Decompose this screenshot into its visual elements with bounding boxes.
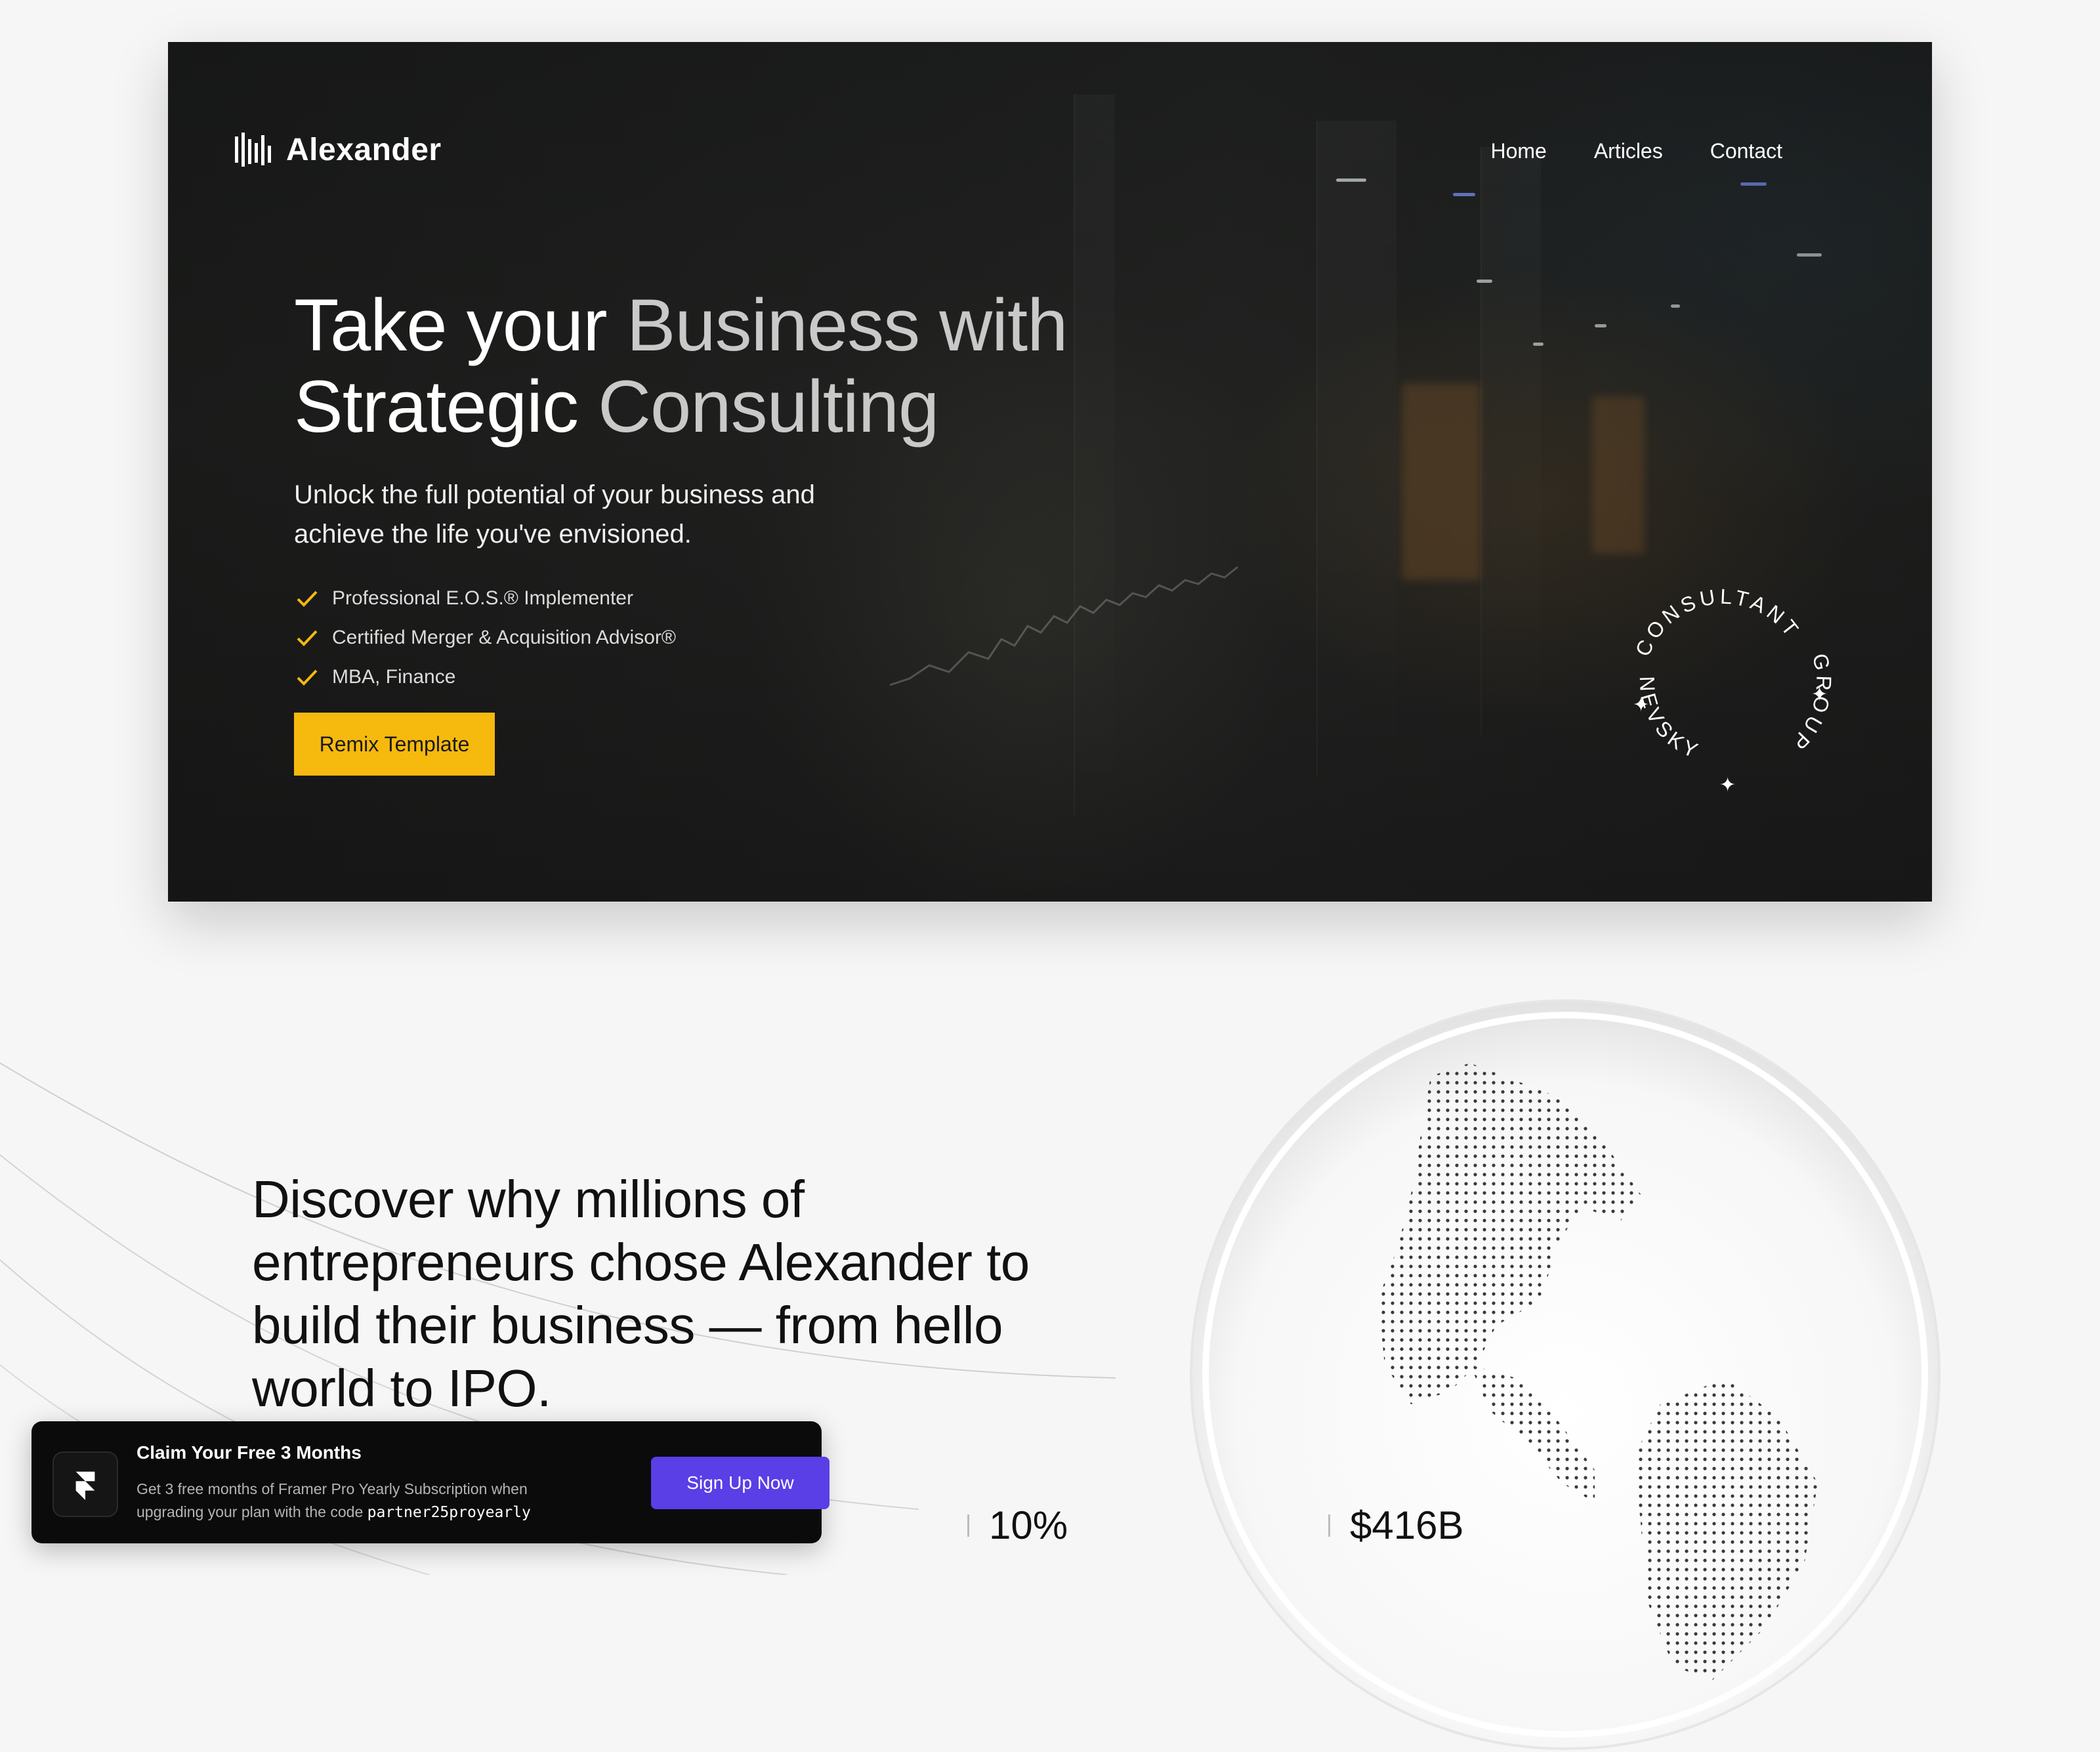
framer-icon (52, 1451, 118, 1517)
star-icon: ✦ (1633, 694, 1649, 716)
star-icon: ✦ (1719, 774, 1736, 794)
nav-home-link[interactable]: Home (1490, 139, 1546, 163)
promo-description: Get 3 free months of Framer Pro Yearly S… (136, 1478, 583, 1524)
checkmark-icon (297, 591, 318, 607)
credential-item: Professional E.O.S.® Implementer (294, 579, 676, 618)
headline-part: Consulting (598, 365, 939, 448)
checkmark-icon (297, 669, 318, 686)
heading-line: Discover why millions of (252, 1170, 805, 1228)
badge-bottom-text: NEVSKY (1635, 676, 1705, 764)
credentials-list: Professional E.O.S.® Implementer Certifi… (294, 579, 676, 697)
stat-item: $416B (1328, 1503, 1464, 1548)
promo-title: Claim Your Free 3 Months (136, 1442, 362, 1463)
subtitle-line: achieve the life you've envisioned. (294, 520, 692, 549)
credential-item: MBA, Finance (294, 657, 676, 697)
stat-value: $416B (1350, 1503, 1464, 1547)
remix-template-button[interactable]: Remix Template (294, 713, 495, 776)
star-icon: ✦ (1811, 684, 1828, 705)
rotating-badge: CONSULTANT GROUP NEVSKY ✦ ✦ ✦ (1631, 585, 1832, 794)
heading-line: world to IPO. (252, 1359, 551, 1417)
hero-section: Alexander Home Articles Contact Take you… (168, 42, 1932, 902)
stat-value: 10% (989, 1503, 1068, 1547)
credential-text: MBA, Finance (332, 666, 456, 688)
globe-illustration (1190, 999, 1941, 1750)
heading-line: build their business — from hello (252, 1296, 1003, 1354)
nav-articles-link[interactable]: Articles (1594, 139, 1663, 163)
credential-text: Professional E.O.S.® Implementer (332, 587, 633, 609)
promo-code: partner25proyearly (367, 1504, 531, 1521)
hero-headline: Take your Business with Strategic Consul… (294, 284, 1068, 448)
subtitle-line: Unlock the full potential of your busine… (294, 480, 815, 509)
heading-line: entrepreneurs chose Alexander to (252, 1233, 1030, 1291)
badge-top-text: CONSULTANT (1631, 585, 1805, 660)
main-menu: Home Articles Contact (1490, 139, 1782, 163)
section-heading: Discover why millions of entrepreneurs c… (252, 1168, 1105, 1420)
stat-divider (967, 1514, 969, 1537)
credential-item: Certified Merger & Acquisition Advisor® (294, 618, 676, 657)
chart-line-decoration (890, 566, 1238, 686)
brand-logo[interactable]: Alexander (234, 130, 442, 169)
headline-part: Take your (294, 284, 627, 366)
bars-logo-icon (235, 133, 271, 167)
brand-name: Alexander (286, 132, 442, 167)
hero-subtitle: Unlock the full potential of your busine… (294, 475, 885, 554)
top-navigation: Alexander Home Articles Contact (168, 42, 1932, 180)
checkmark-icon (297, 630, 318, 646)
stat-item: 10% (967, 1503, 1068, 1548)
headline-part: Strategic (294, 365, 598, 448)
stat-divider (1328, 1514, 1330, 1537)
sign-up-now-button[interactable]: Sign Up Now (651, 1457, 830, 1509)
credential-text: Certified Merger & Acquisition Advisor® (332, 627, 676, 648)
nav-contact-link[interactable]: Contact (1710, 139, 1782, 163)
headline-part: Business with (626, 284, 1068, 366)
promo-banner: Claim Your Free 3 Months Get 3 free mont… (32, 1421, 830, 1543)
